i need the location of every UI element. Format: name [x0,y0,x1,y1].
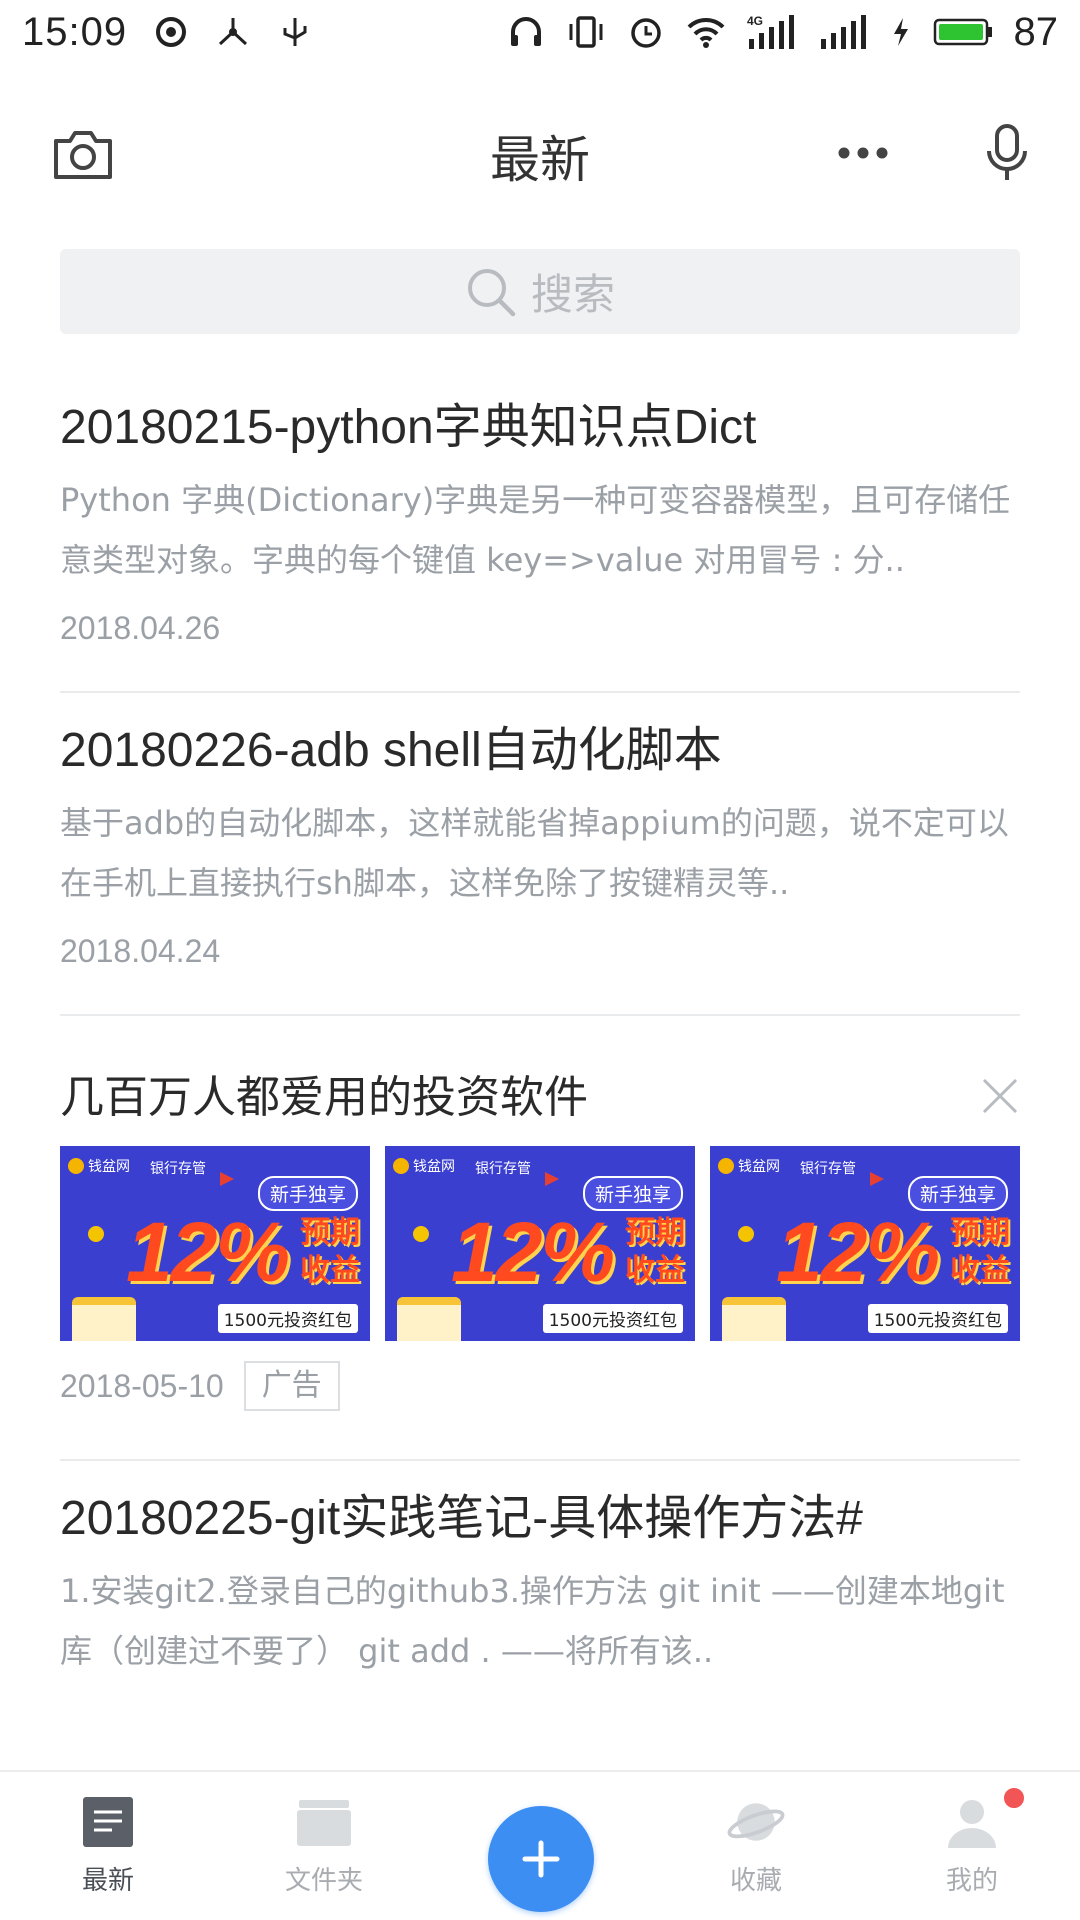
status-time: 15:09 [22,9,128,54]
usb-icon [275,12,315,52]
ad-image[interactable]: 钱盆网 银行存管 新手独享 12% 预期 收益 1500元投资红包 [60,1146,370,1341]
note-title: 20180215-python字典知识点Dict [60,401,757,454]
ad-packet-label: 1500元投资红包 [217,1304,358,1333]
profile-icon [942,1792,1002,1852]
sync-icon [151,12,191,52]
nav-item-folders[interactable]: 文件夹 [216,1772,432,1920]
ad-meta: 2018-05-10 广告 [60,1361,1020,1411]
more-icon [838,147,888,159]
alarm-icon [626,12,666,52]
note-title: 20180225-git实践笔记-具体操作方法# [60,1492,863,1545]
ad-rate: 12% [776,1205,940,1299]
nav-label: 我的 [945,1866,998,1896]
nav-item-profile[interactable]: 我的 [864,1772,1080,1920]
ad-logo: 钱盆网 [718,1156,780,1176]
ad-image[interactable]: 钱盆网 银行存管 新手独享 12% 预期 收益 1500元投资红包 [385,1146,695,1341]
search-placeholder: 搜索 [530,270,615,319]
signal-icon [818,12,870,52]
ad-date: 2018-05-10 [60,1367,224,1404]
vibrate-icon [566,12,606,52]
ad-bank-label: 银行存管 [800,1161,856,1177]
nav-label: 收藏 [729,1866,782,1896]
flag-icon [545,1172,559,1186]
ad-side-text: 预期 收益 [950,1215,1010,1288]
note-date: 2018.04.26 [60,610,221,646]
ad-image[interactable]: 钱盆网 银行存管 新手独享 12% 预期 收益 1500元投资红包 [710,1146,1020,1341]
note-summary: Python 字典(Dictionary)字典是另一种可变容器模型，且可存储任意… [60,481,1011,579]
note-date: 2018.04.24 [60,933,221,969]
microphone-icon [987,124,1027,180]
wifi-icon [686,12,726,52]
coin-icon [738,1226,754,1242]
usb-tether-icon [213,12,253,52]
note-icon [78,1792,138,1852]
add-note-button[interactable] [488,1806,594,1912]
note-summary: 基于adb的自动化脚本，这样就能省掉appium的问题，说不定可以在手机上直接执… [60,804,1009,902]
planet-icon [726,1792,786,1852]
treasure-chest-icon [722,1297,786,1341]
ad-packet-label: 1500元投资红包 [542,1304,683,1333]
close-icon [982,1078,1018,1114]
ad-packet-label: 1500元投资红包 [867,1304,1008,1333]
folder-icon [294,1792,354,1852]
note-item[interactable]: 20180215-python字典知识点Dict Python 字典(Dicti… [60,370,1020,693]
note-item[interactable]: 20180225-git实践笔记-具体操作方法# 1.安装git2.登录自己的g… [60,1461,1020,1671]
ad-rate: 12% [126,1205,290,1299]
app-header: 最新 [0,100,1080,200]
nav-label: 最新 [81,1866,134,1896]
notification-badge [1002,1786,1026,1810]
battery-percent: 87 [1013,9,1059,54]
nav-label: 文件夹 [284,1866,363,1896]
flag-icon [870,1172,884,1186]
bottom-nav: 最新 文件夹 收藏 我的 [0,1770,1080,1920]
ad-card[interactable]: 几百万人都爱用的投资软件 钱盆网 银行存管 新手独享 12% 预期 收益 1500… [60,1016,1020,1461]
treasure-chest-icon [72,1297,136,1341]
note-title: 20180226-adb shell自动化脚本 [60,724,722,777]
ad-side-text: 预期 收益 [300,1215,360,1288]
flag-icon [220,1172,234,1186]
charging-icon [890,12,912,52]
ad-close-button[interactable] [980,1076,1020,1116]
search-icon [467,268,516,316]
nav-item-latest[interactable]: 最新 [0,1772,216,1920]
nav-item-favorites[interactable]: 收藏 [648,1772,864,1920]
ad-rate: 12% [451,1205,615,1299]
ad-tag: 广告 [243,1361,340,1411]
coin-icon [413,1226,429,1242]
svg-text:4G: 4G [747,14,763,28]
coin-icon [88,1226,104,1242]
ad-side-text: 预期 收益 [625,1215,685,1288]
ad-bank-label: 银行存管 [150,1161,206,1177]
ad-logo: 钱盆网 [68,1156,130,1176]
ad-logo: 钱盆网 [393,1156,455,1176]
note-item[interactable]: 20180226-adb shell自动化脚本 基于adb的自动化脚本，这样就能… [60,693,1020,1016]
battery-icon [932,12,994,52]
plus-icon [522,1840,560,1878]
more-button[interactable] [828,118,898,188]
ad-images: 钱盆网 银行存管 新手独享 12% 预期 收益 1500元投资红包 钱盆网 银行存… [60,1146,1020,1341]
treasure-chest-icon [397,1297,461,1341]
ad-bank-label: 银行存管 [475,1161,531,1177]
voice-input-button[interactable] [972,118,1042,188]
page-title: 最新 [490,131,590,189]
notes-list: 20180215-python字典知识点Dict Python 字典(Dicti… [60,370,1020,1671]
note-summary: 1.安装git2.登录自己的github3.操作方法 git init ——创建… [60,1572,1005,1670]
ad-title: 几百万人都爱用的投资软件 [60,1072,588,1123]
search-input[interactable]: 搜索 [60,249,1020,334]
signal-4g-icon: 4G [746,12,798,52]
status-bar: 15:09 4G 87 [0,0,1080,64]
headphones-icon [506,12,546,52]
